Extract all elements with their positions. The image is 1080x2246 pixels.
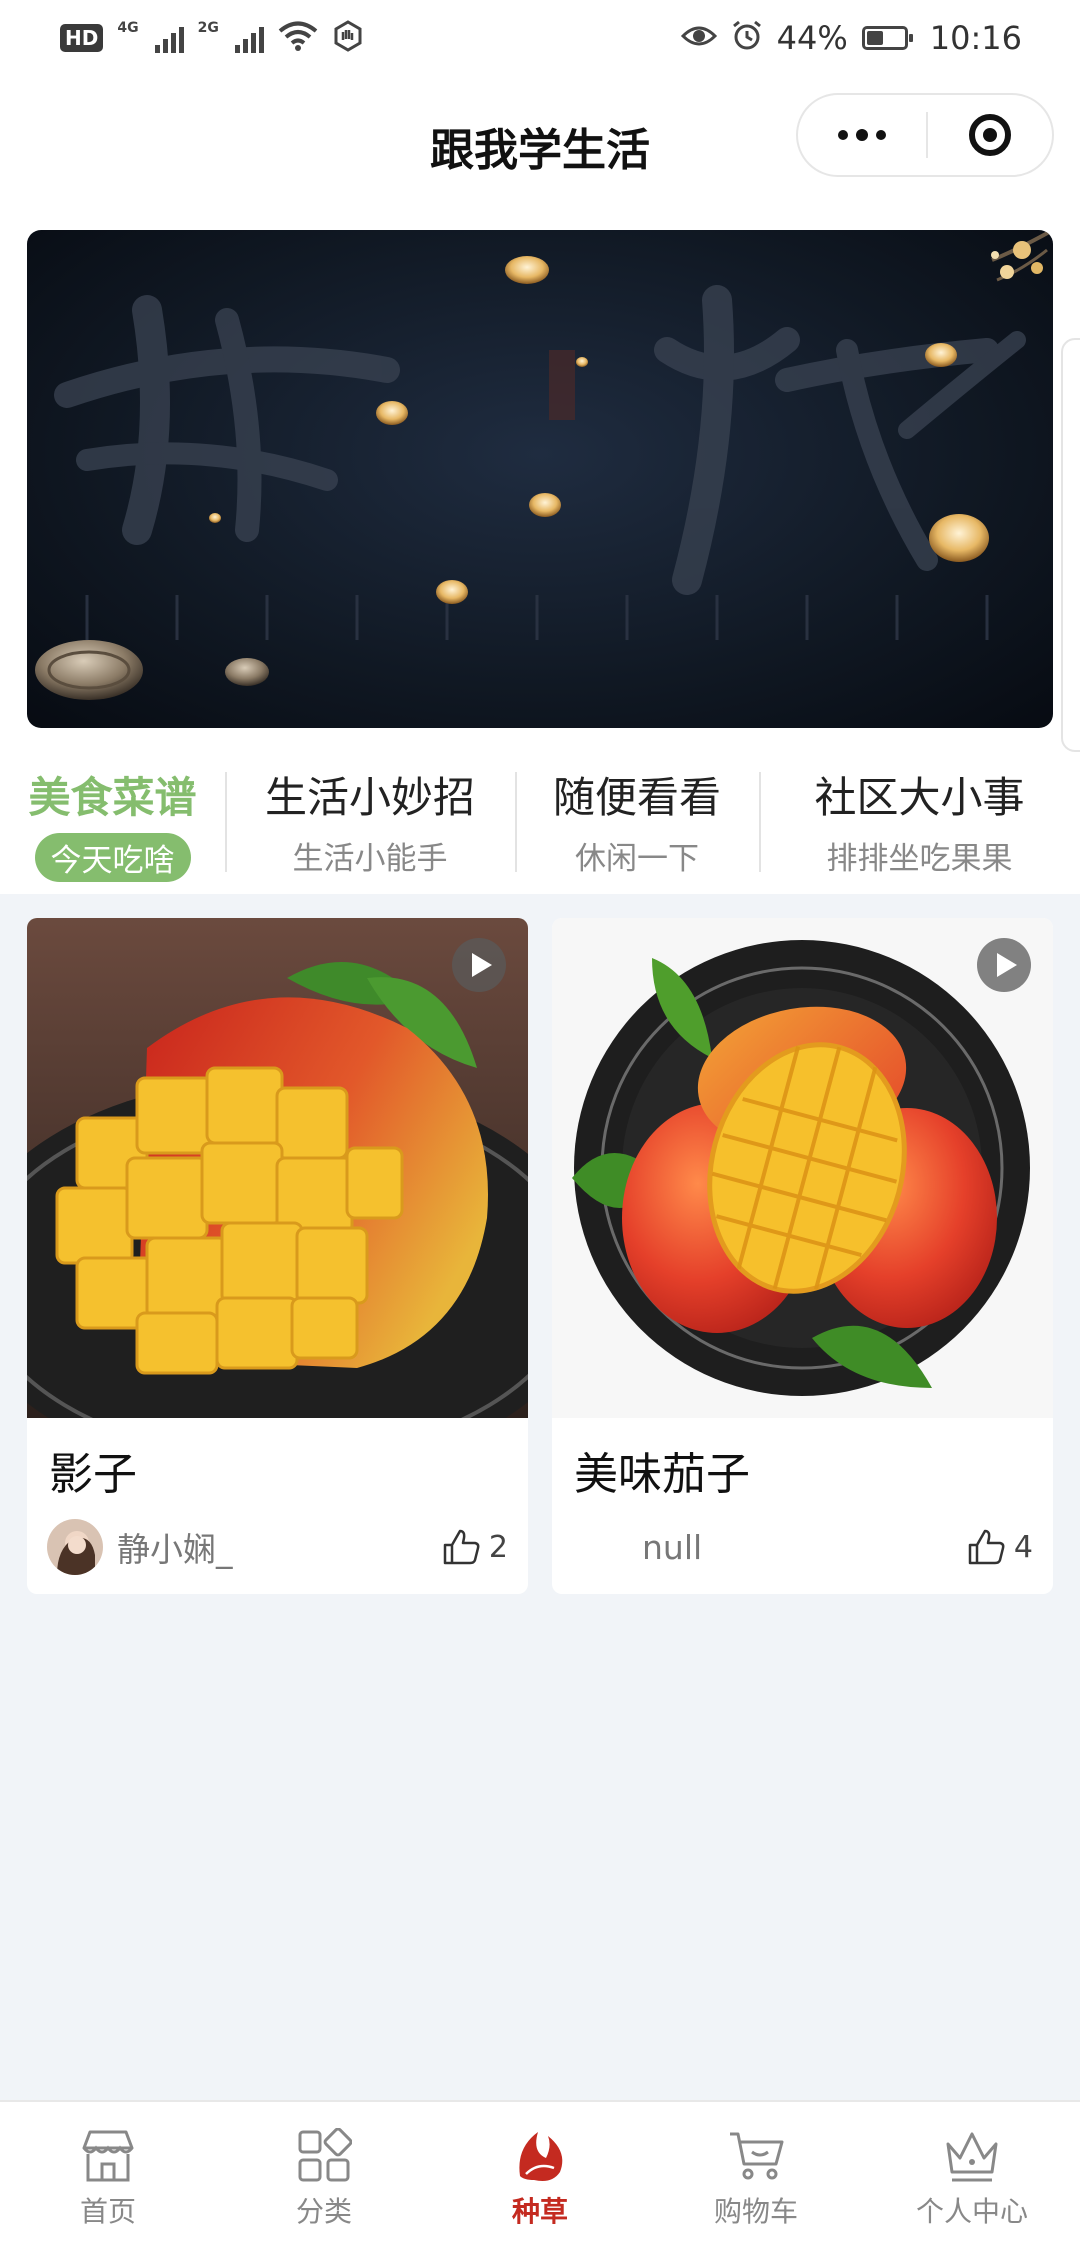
post-card[interactable]: 美味茄子 null 4 [552, 918, 1053, 1594]
category-title: 美食菜谱 [28, 773, 197, 822]
thumb-up-icon [968, 1529, 1005, 1565]
signal-icon [154, 23, 184, 53]
post-footer: 静小娴_ 2 [47, 1518, 508, 1576]
banner-carousel[interactable] [27, 230, 1053, 728]
like-count: 4 [1013, 1529, 1033, 1565]
tab-label: 首页 [79, 2195, 136, 2228]
category-subtitle: 休闲一下 [575, 841, 699, 877]
close-target-icon[interactable] [928, 95, 1052, 175]
hd-badge: HD [60, 24, 104, 52]
hand-icon [332, 20, 364, 56]
banner-image [35, 230, 1053, 700]
post-card[interactable]: 影子 静小娴_ 2 [27, 918, 528, 1594]
network-type-4g: 4G [117, 20, 139, 36]
leaf-icon [519, 2132, 563, 2181]
tab-label: 分类 [295, 2195, 352, 2228]
author-name[interactable]: 静小娴_ [117, 1523, 441, 1571]
play-icon [452, 938, 506, 992]
like-count: 2 [488, 1529, 508, 1565]
category-tab-life-tips[interactable]: 生活小妙招 生活小能手 [225, 758, 515, 878]
more-icon[interactable] [798, 95, 926, 175]
tab-label: 种草 [511, 2195, 568, 2228]
avatar[interactable] [47, 1519, 103, 1575]
bottom-tabbar: 首页 分类 种草 购物车 个人中心 [0, 2100, 1080, 2246]
status-bar: HD 4G 2G 44% 10:16 [0, 0, 1080, 76]
crown-icon [946, 2132, 998, 2182]
category-tab-community[interactable]: 社区大小事 排排坐吃果果 [759, 758, 1080, 878]
post-footer: null 4 [572, 1518, 1033, 1576]
post-grid: 影子 静小娴_ 2 美味茄子 null 4 [27, 918, 1053, 1594]
cart-icon [730, 2132, 784, 2180]
signal-icon [234, 23, 264, 53]
post-title: 美味茄子 [574, 1449, 750, 1500]
top-section: 美食菜谱 今天吃啥 生活小妙招 生活小能手 随便看看 休闲一下 社区大小事 排排… [0, 208, 1080, 894]
eye-icon [680, 22, 717, 54]
tab-cart[interactable]: 购物车 [648, 2102, 864, 2246]
thumb-up-icon [443, 1529, 480, 1565]
battery-icon [861, 26, 913, 50]
network-type-2g: 2G [197, 20, 219, 36]
like-button[interactable]: 4 [966, 1527, 1033, 1567]
tab-profile[interactable]: 个人中心 [864, 2102, 1080, 2246]
navbar: 跟我学生活 [0, 76, 1080, 208]
category-title: 社区大小事 [814, 773, 1025, 822]
tab-label: 个人中心 [915, 2195, 1028, 2228]
like-button[interactable]: 2 [441, 1527, 508, 1567]
category-title: 生活小妙招 [264, 773, 475, 822]
category-tab-browse[interactable]: 随便看看 休闲一下 [515, 758, 759, 878]
category-subtitle: 生活小能手 [292, 841, 448, 877]
post-image-mango-plate [552, 918, 1053, 1418]
category-tab-food[interactable]: 美食菜谱 今天吃啥 [0, 758, 225, 882]
tab-category[interactable]: 分类 [216, 2102, 432, 2246]
wifi-icon [278, 20, 318, 56]
category-subtitle: 排排坐吃果果 [826, 841, 1013, 877]
author-name[interactable]: null [642, 1528, 966, 1567]
play-icon [977, 938, 1031, 992]
post-title: 影子 [49, 1449, 137, 1500]
tab-label: 购物车 [713, 2195, 798, 2228]
grid-icon [298, 2128, 352, 2182]
next-banner-peek [1061, 338, 1080, 752]
clock-time: 10:16 [929, 19, 1022, 57]
post-image-mango [27, 918, 528, 1418]
alarm-icon [731, 20, 763, 56]
category-subtitle: 今天吃啥 [34, 833, 191, 882]
category-tabs: 美食菜谱 今天吃啥 生活小妙招 生活小能手 随便看看 休闲一下 社区大小事 排排… [0, 758, 1080, 882]
store-icon [82, 2130, 134, 2182]
tab-grass[interactable]: 种草 [432, 2102, 648, 2246]
category-title: 随便看看 [552, 773, 721, 822]
tab-home[interactable]: 首页 [0, 2102, 216, 2246]
mini-program-capsule [796, 93, 1054, 177]
battery-percent: 44% [776, 19, 848, 57]
